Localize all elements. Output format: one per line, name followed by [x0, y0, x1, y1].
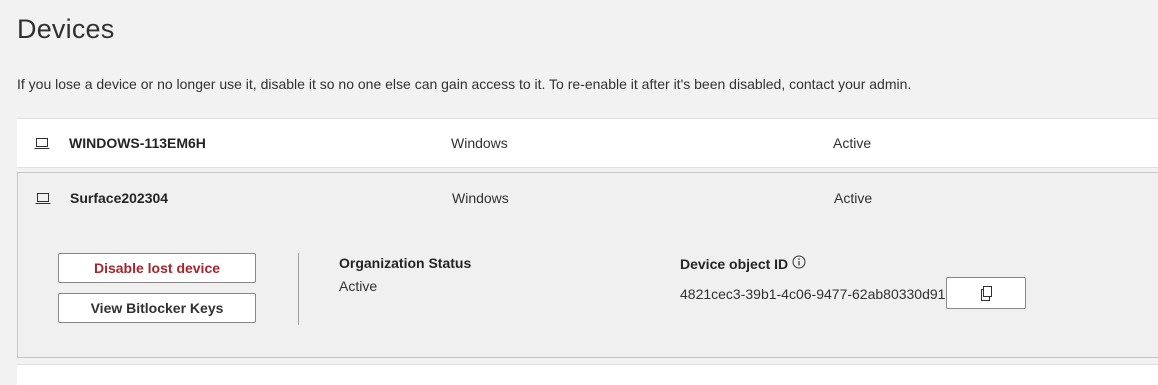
laptop-icon — [34, 138, 50, 149]
vertical-divider — [298, 253, 299, 325]
copy-device-id-button[interactable] — [946, 277, 1026, 309]
page-intro: If you lose a device or no longer use it… — [17, 76, 912, 92]
device-os: Windows — [452, 190, 509, 206]
page-title: Devices — [17, 14, 115, 44]
device-details-panel: Disable lost device View Bitlocker Keys … — [18, 223, 1158, 357]
device-object-id-value: 4821cec3-39b1-4c06-9477-62ab80330d91 — [680, 286, 946, 302]
device-row-header[interactable]: WINDOWS-113EM6H Windows Active — [17, 119, 1158, 167]
laptop-icon — [35, 193, 51, 204]
organization-status-label: Organization Status — [339, 255, 472, 271]
device-status: Active — [834, 190, 873, 206]
device-list: WINDOWS-113EM6H Windows Active Surface20… — [17, 118, 1158, 358]
device-row-expanded[interactable]: Surface202304 Windows Active Disable los… — [17, 172, 1158, 358]
device-name: WINDOWS-113EM6H — [69, 135, 206, 151]
copy-icon — [981, 286, 992, 301]
device-os: Windows — [451, 135, 508, 151]
device-name: Surface202304 — [70, 190, 169, 206]
info-icon[interactable] — [792, 255, 806, 269]
device-row-header[interactable]: Surface202304 Windows Active — [18, 173, 1158, 223]
disable-lost-device-button[interactable]: Disable lost device — [58, 253, 256, 283]
device-object-id-label: Device object ID — [680, 256, 789, 272]
organization-status-value: Active — [339, 278, 378, 294]
view-bitlocker-keys-button[interactable]: View Bitlocker Keys — [58, 293, 256, 323]
device-row[interactable]: WINDOWS-113EM6H Windows Active — [17, 118, 1158, 168]
device-status: Active — [833, 135, 872, 151]
